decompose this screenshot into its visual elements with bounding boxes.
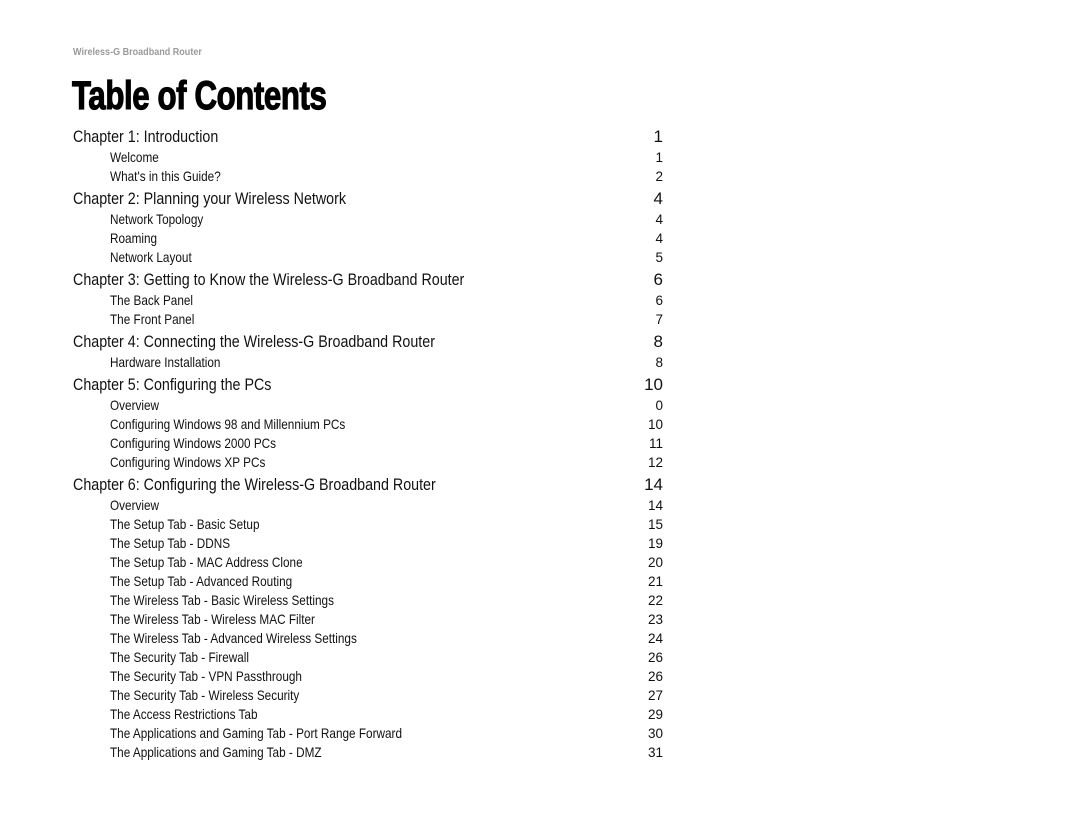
toc-section-entry[interactable]: The Access Restrictions Tab 29 [73, 705, 663, 724]
toc-section-entry[interactable]: Network Topology 4 [73, 210, 663, 229]
toc-section-entry[interactable]: Welcome 1 [73, 148, 663, 167]
page-number: 4 [655, 212, 663, 227]
section-title: Configuring Windows 2000 PCs [110, 435, 277, 451]
section-title: The Access Restrictions Tab [110, 706, 258, 722]
toc-section-entry[interactable]: Network Layout 5 [73, 248, 663, 267]
page-number: 15 [647, 517, 663, 532]
page-number: 30 [647, 726, 663, 741]
page-number: 29 [647, 707, 663, 722]
section-title: Welcome [110, 149, 159, 165]
page-number: 8 [653, 332, 663, 351]
page-number: 2 [655, 169, 663, 184]
section-title: Configuring Windows XP PCs [110, 454, 266, 470]
page-number: 22 [647, 593, 663, 608]
toc-section-entry[interactable]: The Wireless Tab - Basic Wireless Settin… [73, 591, 663, 610]
section-title: Network Topology [110, 211, 204, 227]
toc-chapter-entry[interactable]: Chapter 1: Introduction 1 [73, 126, 663, 148]
toc-section-entry[interactable]: Hardware Installation 8 [73, 353, 663, 372]
section-title: The Front Panel [110, 311, 195, 327]
page-number: 26 [647, 669, 663, 684]
page-number: 7 [655, 312, 663, 327]
toc-section-entry[interactable]: The Applications and Gaming Tab - Port R… [73, 724, 663, 743]
section-title: The Wireless Tab - Basic Wireless Settin… [110, 592, 334, 608]
page-title: Table of Contents [72, 73, 328, 118]
toc-section-entry[interactable]: Overview 0 [73, 396, 663, 415]
toc-section-entry[interactable]: The Setup Tab - DDNS 19 [73, 534, 663, 553]
running-header: Wireless-G Broadband Router [73, 46, 202, 58]
page-number: 23 [647, 612, 663, 627]
page-number: 12 [647, 455, 663, 470]
toc-section-entry[interactable]: Configuring Windows 98 and Millennium PC… [73, 415, 663, 434]
section-title: The Setup Tab - Advanced Routing [110, 573, 293, 589]
page-number: 24 [647, 631, 663, 646]
page-number: 27 [647, 688, 663, 703]
toc-section-entry[interactable]: What's in this Guide? 2 [73, 167, 663, 186]
page-number: 4 [655, 231, 663, 246]
toc-chapter-entry[interactable]: Chapter 6: Configuring the Wireless-G Br… [73, 474, 663, 496]
toc-section-entry[interactable]: The Wireless Tab - Wireless MAC Filter 23 [73, 610, 663, 629]
toc-section-entry[interactable]: The Wireless Tab - Advanced Wireless Set… [73, 629, 663, 648]
toc-section-entry[interactable]: The Applications and Gaming Tab - DMZ 31 [73, 743, 663, 762]
toc-section-entry[interactable]: The Setup Tab - Basic Setup 15 [73, 515, 663, 534]
page-number: 1 [653, 127, 663, 146]
page-number: 8 [655, 355, 663, 370]
section-title: Overview [110, 497, 160, 513]
page-number: 4 [653, 189, 663, 208]
chapter-title: Chapter 6: Configuring the Wireless-G Br… [73, 475, 436, 494]
chapter-title: Chapter 2: Planning your Wireless Networ… [73, 189, 347, 208]
chapter-title: Chapter 1: Introduction [73, 127, 219, 146]
section-title: The Wireless Tab - Advanced Wireless Set… [110, 630, 357, 646]
section-title: The Security Tab - Firewall [110, 649, 249, 665]
toc-section-entry[interactable]: Configuring Windows XP PCs 12 [73, 453, 663, 472]
chapter-title: Chapter 3: Getting to Know the Wireless-… [73, 270, 465, 289]
toc-section-entry[interactable]: The Setup Tab - MAC Address Clone 20 [73, 553, 663, 572]
page-number: 14 [647, 498, 663, 513]
section-title: Overview [110, 397, 160, 413]
section-title: The Applications and Gaming Tab - Port R… [110, 725, 402, 741]
page-number: 20 [647, 555, 663, 570]
section-title: The Setup Tab - MAC Address Clone [110, 554, 303, 570]
section-title: Roaming [110, 230, 158, 246]
section-title: Hardware Installation [110, 354, 221, 370]
page-number: 11 [648, 436, 663, 451]
toc-section-entry[interactable]: The Setup Tab - Advanced Routing 21 [73, 572, 663, 591]
page-number: 5 [655, 250, 663, 265]
page-number: 10 [647, 417, 663, 432]
toc-section-entry[interactable]: The Security Tab - Firewall 26 [73, 648, 663, 667]
toc-section-entry[interactable]: Configuring Windows 2000 PCs 11 [73, 434, 663, 453]
page-number: 19 [647, 536, 663, 551]
toc-section-entry[interactable]: Overview 14 [73, 496, 663, 515]
page-number: 1 [655, 150, 663, 165]
page-number: 21 [647, 574, 663, 589]
page-number: 10 [644, 375, 663, 394]
page-number: 14 [644, 475, 663, 494]
section-title: The Security Tab - VPN Passthrough [110, 668, 302, 684]
section-title: The Back Panel [110, 292, 194, 308]
toc-section-entry[interactable]: The Front Panel 7 [73, 310, 663, 329]
chapter-title: Chapter 4: Connecting the Wireless-G Bro… [73, 332, 435, 351]
toc-section-entry[interactable]: The Security Tab - Wireless Security 27 [73, 686, 663, 705]
section-title: The Wireless Tab - Wireless MAC Filter [110, 611, 315, 627]
section-title: The Setup Tab - DDNS [110, 535, 231, 551]
toc-chapter-entry[interactable]: Chapter 4: Connecting the Wireless-G Bro… [73, 331, 663, 353]
section-title: The Setup Tab - Basic Setup [110, 516, 260, 532]
section-title: Network Layout [110, 249, 192, 265]
section-title: The Security Tab - Wireless Security [110, 687, 300, 703]
section-title: What's in this Guide? [110, 168, 221, 184]
section-title: Configuring Windows 98 and Millennium PC… [110, 416, 346, 432]
toc-chapter-entry[interactable]: Chapter 2: Planning your Wireless Networ… [73, 188, 663, 210]
section-title: The Applications and Gaming Tab - DMZ [110, 744, 322, 760]
page-number: 6 [653, 270, 663, 289]
page-number: 26 [647, 650, 663, 665]
toc-section-entry[interactable]: Roaming 4 [73, 229, 663, 248]
toc-section-entry[interactable]: The Security Tab - VPN Passthrough 26 [73, 667, 663, 686]
toc-chapter-entry[interactable]: Chapter 3: Getting to Know the Wireless-… [73, 269, 663, 291]
page-number: 31 [647, 745, 663, 760]
page-number: 0 [655, 398, 663, 413]
page-number: 6 [655, 293, 663, 308]
toc-chapter-entry[interactable]: Chapter 5: Configuring the PCs 10 [73, 374, 663, 396]
toc-section-entry[interactable]: The Back Panel 6 [73, 291, 663, 310]
chapter-title: Chapter 5: Configuring the PCs [73, 375, 272, 394]
